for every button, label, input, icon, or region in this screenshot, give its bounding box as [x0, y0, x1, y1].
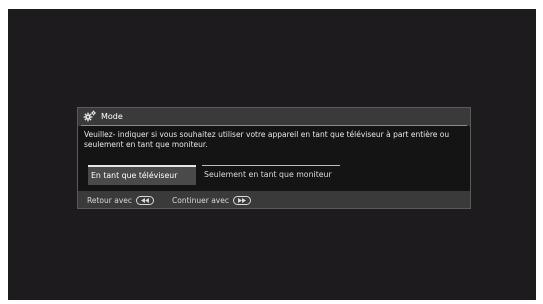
tv-bezel: Mode Veuillez- indiquer si vous souhaite… [0, 0, 543, 304]
option-television[interactable]: En tant que téléviseur [88, 165, 196, 185]
option-monitor-only-label: Seulement en tant que moniteur [204, 170, 332, 179]
back-hint[interactable]: Retour avec [87, 195, 155, 205]
dialog-title-bar: Mode [78, 108, 470, 124]
continue-hint-label: Continuer avec [172, 195, 229, 205]
back-hint-label: Retour avec [87, 195, 133, 205]
option-television-label: En tant que téléviseur [91, 171, 178, 180]
rewind-button-icon [136, 195, 155, 205]
dialog-body: Veuillez- indiquer si vous souhaitez uti… [78, 126, 470, 191]
mode-dialog: Mode Veuillez- indiquer si vous souhaite… [77, 107, 471, 209]
dialog-footer: Retour avec Continuer avec [78, 191, 470, 209]
dialog-title: Mode [101, 111, 123, 121]
dialog-message: Veuillez- indiquer si vous souhaitez uti… [84, 130, 450, 149]
continue-hint[interactable]: Continuer avec [172, 195, 251, 205]
gear-icon [83, 110, 96, 122]
option-monitor-only[interactable]: Seulement en tant que moniteur [202, 165, 340, 185]
fast-forward-button-icon [232, 195, 251, 205]
tv-screen: Mode Veuillez- indiquer si vous souhaite… [8, 9, 536, 300]
